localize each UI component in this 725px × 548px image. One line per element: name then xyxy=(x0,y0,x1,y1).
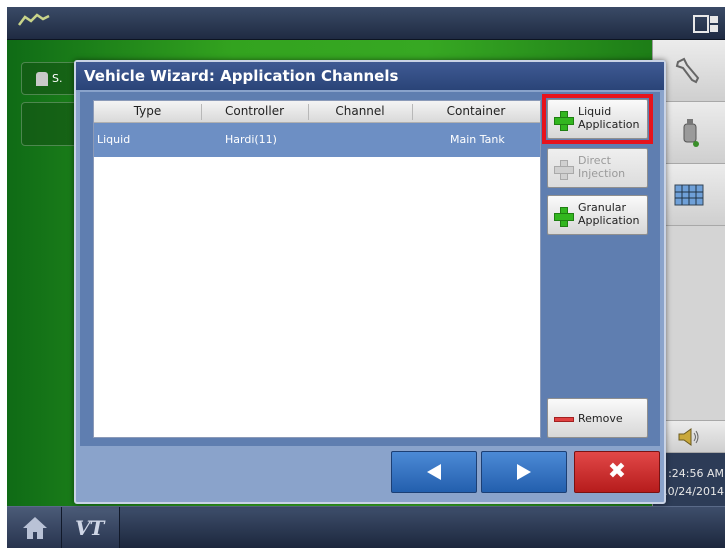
dialog-title: Vehicle Wizard: Application Channels xyxy=(76,62,664,90)
liquid-application-label: Liquid Application xyxy=(578,105,640,131)
direct-injection-button[interactable]: Direct Injection xyxy=(547,148,648,188)
cancel-button[interactable]: ✖ xyxy=(574,451,660,493)
channels-table: Type Controller Channel Container Liquid… xyxy=(93,100,541,438)
virtual-terminal-button[interactable]: VT xyxy=(62,507,120,548)
vehicle-wizard-dialog: Vehicle Wizard: Application Channels Typ… xyxy=(74,60,666,504)
dialog-footer: ✖ xyxy=(80,450,660,500)
gps-icon xyxy=(18,13,50,26)
granular-application-label: Granular Application xyxy=(578,201,640,227)
background-card-label: S. xyxy=(52,72,63,85)
column-header-container[interactable]: Container xyxy=(412,104,540,118)
sprayer-icon xyxy=(683,119,699,147)
map-grid-icon xyxy=(674,184,704,206)
wrench-icon xyxy=(675,57,700,84)
cell-type: Liquid xyxy=(97,133,131,146)
bottom-nav-bar: VT xyxy=(7,506,725,548)
home-icon xyxy=(23,517,47,539)
remove-label: Remove xyxy=(578,412,623,425)
plus-icon xyxy=(554,111,574,131)
plus-icon xyxy=(554,207,574,227)
arrow-right-icon xyxy=(517,464,531,480)
plus-icon xyxy=(554,160,574,180)
column-header-type[interactable]: Type xyxy=(94,104,201,118)
operator-icon xyxy=(36,72,48,86)
cell-container: Main Tank xyxy=(450,133,505,146)
liquid-application-button[interactable]: Liquid Application xyxy=(547,99,648,139)
next-button[interactable] xyxy=(481,451,567,493)
table-row[interactable]: Liquid Hardi(11) Main Tank xyxy=(94,123,540,157)
minus-icon xyxy=(554,417,574,422)
vt-label: VT xyxy=(75,516,104,540)
granular-application-button[interactable]: Granular Application xyxy=(547,195,648,235)
dialog-body: Type Controller Channel Container Liquid… xyxy=(80,92,660,446)
back-button[interactable] xyxy=(391,451,477,493)
table-header: Type Controller Channel Container xyxy=(94,101,540,123)
top-status-bar xyxy=(7,7,725,40)
horn-icon xyxy=(678,428,699,446)
column-header-channel[interactable]: Channel xyxy=(308,104,412,118)
home-button[interactable] xyxy=(7,507,62,548)
close-icon: ✖ xyxy=(607,459,627,484)
arrow-left-icon xyxy=(427,464,441,480)
direct-injection-label: Direct Injection xyxy=(578,154,626,180)
column-header-controller[interactable]: Controller xyxy=(201,104,308,118)
display-icon[interactable] xyxy=(693,15,719,33)
cell-controller: Hardi(11) xyxy=(225,133,277,146)
remove-button[interactable]: Remove xyxy=(547,398,648,438)
